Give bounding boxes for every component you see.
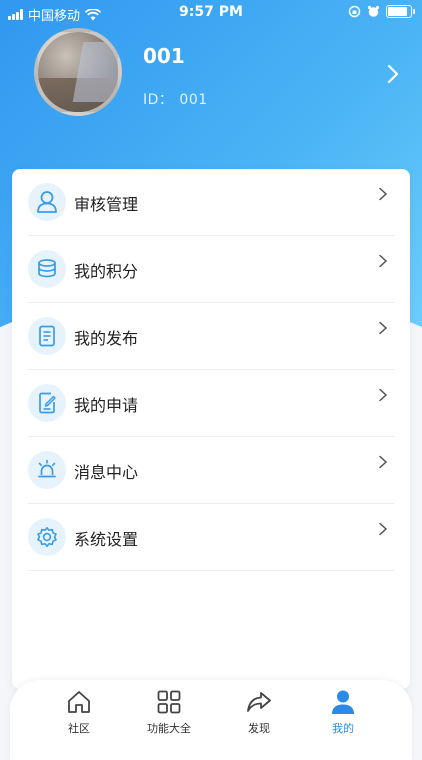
alarm-light-icon: [28, 451, 66, 489]
chevron-right-icon: [379, 321, 388, 335]
menu-item-label: 消息中心: [74, 463, 139, 482]
document-icon: [28, 317, 66, 355]
share-arrow-icon: [247, 692, 271, 712]
tab-label: 发现: [248, 722, 270, 735]
grid-icon: [157, 690, 181, 714]
coins-stack-icon: [28, 250, 66, 288]
home-icon: [68, 691, 90, 713]
menu-item-label: 审核管理: [74, 195, 139, 214]
tab-label: 功能大全: [147, 722, 191, 735]
alarm-clock-icon: [367, 5, 380, 17]
user-icon: [28, 183, 66, 221]
tab-label: 社区: [68, 722, 90, 735]
status-bar: 中国移动 9:57 PM: [0, 0, 422, 26]
menu-item-label: 系统设置: [74, 530, 139, 549]
menu-item-message-center[interactable]: 消息中心: [28, 437, 394, 504]
menu-card: 审核管理 我的积分 我的发布 我的申请 消息中心 系统设置: [12, 169, 410, 689]
menu-item-review-management[interactable]: 审核管理: [28, 169, 394, 236]
chevron-right-icon: [379, 187, 388, 201]
tab-mine[interactable]: 我的: [298, 688, 388, 746]
avatar[interactable]: [34, 28, 122, 116]
menu-item-label: 我的积分: [74, 262, 139, 281]
person-icon: [332, 690, 354, 714]
tab-label: 我的: [332, 722, 354, 735]
chevron-right-icon: [379, 455, 388, 469]
chevron-right-icon: [379, 254, 388, 268]
tab-community[interactable]: 社区: [34, 688, 124, 746]
battery-icon: [386, 5, 415, 18]
menu-item-label: 我的发布: [74, 329, 139, 348]
profile-id: ID： 001: [143, 89, 208, 109]
menu-item-my-points[interactable]: 我的积分: [28, 236, 394, 303]
chevron-right-icon: [379, 522, 388, 536]
chevron-right-icon[interactable]: [386, 63, 400, 85]
tab-discover[interactable]: 发现: [214, 688, 304, 746]
profile-id-label: ID：: [143, 92, 174, 108]
bottom-tab-bar: 社区 功能大全 发现 我的: [10, 680, 412, 760]
chevron-right-icon: [379, 388, 388, 402]
menu-item-my-posts[interactable]: 我的发布: [28, 303, 394, 370]
menu-item-system-settings[interactable]: 系统设置: [28, 504, 394, 571]
edit-document-icon: [28, 384, 66, 422]
gear-icon: [28, 518, 66, 556]
rotation-lock-icon: [348, 5, 361, 18]
menu-item-my-applications[interactable]: 我的申请: [28, 370, 394, 437]
profile-name: 001: [143, 44, 185, 68]
menu-item-label: 我的申请: [74, 396, 139, 415]
profile-id-value: 001: [179, 92, 208, 108]
tab-all-functions[interactable]: 功能大全: [124, 688, 214, 746]
